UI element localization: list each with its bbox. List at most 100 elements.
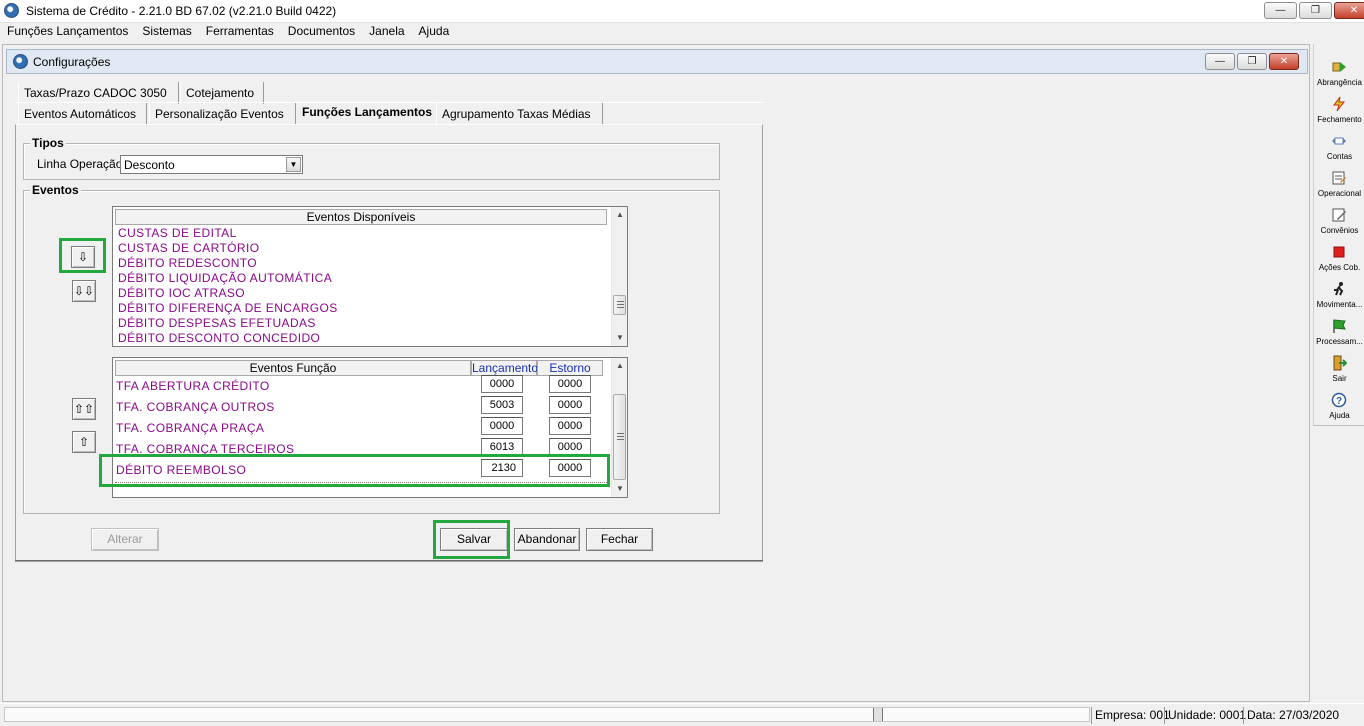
toolbar-label: Movimenta... (1316, 300, 1363, 309)
table-row-name[interactable]: DÉBITO REEMBOLSO (116, 463, 246, 477)
menu-ajuda[interactable]: Ajuda (419, 23, 457, 41)
eventos-disponiveis-list[interactable]: Eventos Disponíveis CUSTAS DE EDITAL CUS… (112, 206, 628, 347)
list-item[interactable]: DÉBITO REDESCONTO (118, 256, 257, 270)
eventos-disponiveis-scrollbar[interactable]: ▲ ▼ (611, 207, 627, 346)
lancamento-field[interactable]: 6013 (481, 438, 523, 456)
svg-text:?: ? (1336, 396, 1342, 407)
toolbar-operacional[interactable]: Operacional (1314, 170, 1364, 207)
toolbar-label: Sair (1332, 374, 1347, 383)
fechamento-icon (1333, 96, 1346, 112)
list-item[interactable]: DÉBITO DIFERENÇA DE ENCARGOS (118, 301, 338, 315)
scroll-up-icon[interactable]: ▲ (612, 208, 628, 222)
table-row-name[interactable]: TFA. COBRANÇA PRAÇA (116, 421, 264, 435)
table-row-name[interactable]: TFA ABERTURA CRÉDITO (116, 379, 270, 393)
status-data: Data: 27/03/2020 (1243, 707, 1342, 724)
acoes-cob-icon (1333, 246, 1345, 258)
toolbar-sair[interactable]: Sair (1314, 355, 1364, 392)
table-row-name[interactable]: TFA. COBRANÇA TERCEIROS (116, 442, 294, 456)
menu-documentos[interactable]: Documentos (288, 23, 362, 41)
list-item[interactable]: CUSTAS DE CARTÓRIO (118, 241, 259, 255)
scroll-up-icon[interactable]: ▲ (612, 359, 628, 373)
eventos-disponiveis-header: Eventos Disponíveis (115, 209, 607, 225)
minimize-button[interactable]: — (1264, 2, 1297, 19)
list-item[interactable]: DÉBITO DESPESAS EFETUADAS (118, 316, 316, 330)
operacional-icon (1332, 171, 1346, 185)
tab-cotejamento[interactable]: Cotejamento (180, 82, 264, 104)
fechar-button[interactable]: Fechar (586, 528, 653, 551)
toolbar-label: Contas (1326, 152, 1353, 161)
grip-icon (617, 433, 624, 440)
alterar-button[interactable]: Alterar (91, 528, 159, 551)
lancamento-field-active[interactable]: 2130 (481, 459, 523, 477)
grip-icon (617, 301, 624, 308)
abandonar-button[interactable]: Abandonar (514, 528, 580, 551)
tab-taxas-prazo-cadoc[interactable]: Taxas/Prazo CADOC 3050 (18, 82, 179, 104)
toolbar-processam[interactable]: Processam... (1314, 318, 1364, 355)
salvar-button[interactable]: Salvar (440, 528, 508, 551)
lancamento-field[interactable]: 0000 (481, 417, 523, 435)
menu-bar: Funções Lançamentos Sistemas Ferramentas… (0, 23, 1364, 41)
menu-janela[interactable]: Janela (369, 23, 411, 41)
list-item[interactable]: DÉBITO LIQUIDAÇÃO AUTOMÁTICA (118, 271, 332, 285)
status-unidade: Unidade: 0001 (1164, 707, 1249, 724)
toolbar-acoes-cob[interactable]: Ações Cob. (1314, 244, 1364, 281)
tab-personalizacao-eventos[interactable]: Personalização Eventos (149, 103, 296, 125)
child-minimize-button[interactable]: — (1205, 53, 1235, 70)
scroll-down-icon[interactable]: ▼ (612, 331, 628, 345)
toolbar-movimenta[interactable]: Movimenta... (1314, 281, 1364, 318)
estorno-field[interactable]: 0000 (549, 417, 591, 435)
scroll-thumb[interactable] (613, 394, 626, 480)
child-restore-button[interactable]: ❐ (1237, 53, 1267, 70)
toolbar-contas[interactable]: Contas (1314, 133, 1364, 170)
estorno-header: Estorno (537, 360, 603, 376)
linha-operacao-select[interactable]: Desconto ▼ (120, 155, 303, 174)
movimenta-icon (1334, 282, 1344, 296)
estorno-field[interactable]: 0000 (549, 438, 591, 456)
close-button[interactable]: ✕ (1334, 2, 1364, 19)
toolbar-ajuda[interactable]: ? Ajuda (1314, 392, 1364, 429)
toolbar-label: Abrangência (1317, 78, 1362, 87)
move-down-one-button[interactable]: ⇩ (71, 246, 95, 268)
linha-operacao-label: Linha Operação (37, 157, 123, 171)
estorno-field[interactable]: 0000 (549, 375, 591, 393)
estorno-field[interactable]: 0000 (549, 396, 591, 414)
estorno-field[interactable]: 0000 (549, 459, 591, 477)
child-window-controls: — ❐ ✕ (1205, 53, 1299, 70)
toolbar-label: Ajuda (1329, 411, 1350, 420)
tab-agrupamento-taxas-medias[interactable]: Agrupamento Taxas Médias (436, 103, 603, 125)
toolbar-abrangencia[interactable]: Abrangência (1314, 59, 1364, 96)
menu-funcoes-lancamentos[interactable]: Funções Lançamentos (7, 23, 135, 41)
toolbar-fechamento[interactable]: Fechamento (1314, 96, 1364, 133)
list-item[interactable]: DÉBITO IOC ATRASO (118, 286, 245, 300)
list-item[interactable]: DÉBITO DESCONTO CONCEDIDO (118, 331, 320, 345)
menu-sistemas[interactable]: Sistemas (142, 23, 198, 41)
row-focus-line (115, 482, 607, 483)
sair-icon (1333, 355, 1347, 371)
linha-operacao-value: Desconto (124, 158, 175, 172)
lancamento-field[interactable]: 0000 (481, 375, 523, 393)
child-close-button[interactable]: ✕ (1269, 53, 1299, 70)
toolbar-label: Operacional (1317, 189, 1362, 198)
status-progress-knob (873, 708, 883, 721)
move-up-one-button[interactable]: ⇧ (72, 431, 96, 453)
list-item[interactable]: CUSTAS DE EDITAL (118, 226, 237, 240)
abrangencia-icon (1332, 62, 1346, 72)
tab-funcoes-lancamentos[interactable]: Funções Lançamentos (297, 101, 435, 123)
chevron-down-icon[interactable]: ▼ (286, 157, 301, 172)
eventos-funcao-list[interactable]: Eventos Função Lançamento Estorno TFA AB… (112, 357, 628, 498)
contas-icon (1332, 137, 1346, 145)
tab-eventos-automaticos[interactable]: Eventos Automáticos (18, 103, 147, 125)
menu-ferramentas[interactable]: Ferramentas (206, 23, 281, 41)
table-row-name[interactable]: TFA. COBRANÇA OUTROS (116, 400, 275, 414)
eventos-funcao-scrollbar[interactable]: ▲ ▼ (611, 358, 627, 497)
ajuda-icon: ? (1331, 392, 1347, 408)
window-controls: — ❐ ✕ (1264, 2, 1364, 19)
lancamento-field[interactable]: 5003 (481, 396, 523, 414)
toolbar-convenios[interactable]: Convênios (1314, 207, 1364, 244)
restore-button[interactable]: ❐ (1299, 2, 1332, 19)
scroll-down-icon[interactable]: ▼ (612, 482, 628, 496)
scroll-thumb[interactable] (613, 295, 626, 315)
move-down-all-button[interactable]: ⇩⇩ (72, 280, 96, 302)
move-up-all-button[interactable]: ⇧⇧ (72, 398, 96, 420)
eventos-group-label: Eventos (30, 183, 81, 197)
